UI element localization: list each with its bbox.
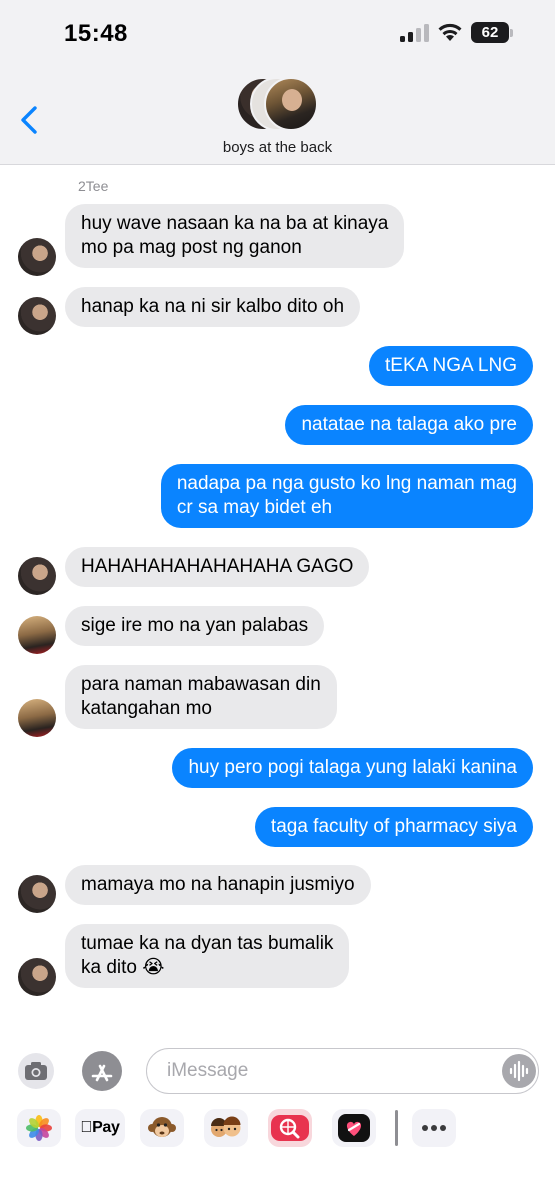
more-icon xyxy=(422,1125,446,1131)
incoming-message[interactable]: huy wave nasaan ka na ba at kinaya mo pa… xyxy=(65,204,405,268)
sender-name: 2Tee xyxy=(78,178,109,194)
app-store-icon xyxy=(91,1064,113,1082)
message-line: mo pa mag post ng ganon xyxy=(81,237,302,258)
message-line: cr sa may bidet eh xyxy=(176,497,333,518)
message-input[interactable] xyxy=(146,1048,539,1094)
monkey-memoji-icon xyxy=(148,1117,176,1137)
group-avatar[interactable] xyxy=(236,77,322,133)
memoji-stickers-button[interactable] xyxy=(204,1109,248,1147)
digital-touch-icon xyxy=(338,1114,370,1142)
back-button[interactable] xyxy=(16,100,46,140)
battery-tip xyxy=(510,29,513,37)
cellular-signal-icon xyxy=(400,24,430,42)
status-time: 15:48 xyxy=(64,20,128,47)
message-line: natatae na talaga ako pre xyxy=(301,414,517,435)
message-line: tumae ka na dyan tas bumalik xyxy=(81,933,334,954)
audio-message-button[interactable] xyxy=(502,1054,536,1088)
apple-pay-icon:  xyxy=(80,1119,92,1137)
navigation-header: 15:48 62 boys at the back xyxy=(0,0,555,165)
outgoing-message[interactable]: huy pero pogi talaga yung lalaki kanina xyxy=(172,748,533,788)
audio-waveform-icon xyxy=(509,1060,529,1082)
back-chevron-icon xyxy=(21,106,37,134)
outgoing-message[interactable]: taga faculty of pharmacy siya xyxy=(254,807,533,847)
tray-divider xyxy=(395,1110,398,1146)
app-store-button[interactable] xyxy=(82,1051,122,1091)
sender-avatar[interactable] xyxy=(18,699,56,737)
apple-pay-label: Pay xyxy=(86,1119,120,1136)
more-apps-button[interactable] xyxy=(412,1109,456,1147)
message-line: huy pero pogi talaga yung lalaki kanina xyxy=(188,757,517,778)
apple-pay-button[interactable]:  Pay xyxy=(75,1109,125,1147)
sender-avatar[interactable] xyxy=(18,297,56,335)
outgoing-message[interactable]: tEKA NGA LNG xyxy=(369,346,533,386)
image-search-icon xyxy=(271,1115,309,1141)
incoming-message[interactable]: HAHAHAHAHAHAHAHA GAGO xyxy=(65,547,370,587)
sender-avatar[interactable] xyxy=(18,958,56,996)
battery-level: 62 xyxy=(471,22,509,43)
sender-avatar[interactable] xyxy=(18,557,56,595)
group-member-avatar xyxy=(264,77,318,131)
digital-touch-button[interactable] xyxy=(332,1109,376,1147)
sender-avatar[interactable] xyxy=(18,238,56,276)
incoming-message[interactable]: hanap ka na ni sir kalbo dito oh xyxy=(65,287,361,327)
memoji-stickers-icon xyxy=(211,1116,241,1137)
group-name[interactable]: boys at the back xyxy=(0,139,555,156)
camera-icon xyxy=(25,1062,47,1080)
message-line: hanap ka na ni sir kalbo dito oh xyxy=(81,296,345,317)
incoming-message[interactable]: mamaya mo na hanapin jusmiyo xyxy=(65,865,371,905)
message-line: para naman mabawasan din xyxy=(81,674,321,695)
photos-app-button[interactable] xyxy=(17,1109,61,1147)
photos-icon xyxy=(26,1115,52,1141)
message-line: huy wave nasaan ka na ba at kinaya xyxy=(81,213,389,234)
incoming-message[interactable]: sige ire mo na yan palabas xyxy=(65,606,325,646)
outgoing-message[interactable]: natatae na talaga ako pre xyxy=(285,405,533,445)
message-line: mamaya mo na hanapin jusmiyo xyxy=(81,874,355,895)
camera-button[interactable] xyxy=(18,1053,54,1089)
message-line: HAHAHAHAHAHAHAHA GAGO xyxy=(81,556,354,577)
image-search-button[interactable] xyxy=(268,1109,312,1147)
message-line: sige ire mo na yan palabas xyxy=(81,615,309,636)
message-line: ka dito 😭 xyxy=(81,957,165,978)
message-line: katangahan mo xyxy=(81,698,212,719)
incoming-message[interactable]: tumae ka na dyan tas bumalik ka dito 😭 xyxy=(65,924,350,988)
sender-avatar[interactable] xyxy=(18,616,56,654)
animoji-button[interactable] xyxy=(140,1109,184,1147)
sender-avatar[interactable] xyxy=(18,875,56,913)
wifi-icon xyxy=(438,23,462,41)
message-line: tEKA NGA LNG xyxy=(385,355,517,376)
message-line: nadapa pa nga gusto ko lng naman mag xyxy=(176,473,517,494)
incoming-message[interactable]: para naman mabawasan din katangahan mo xyxy=(65,665,337,729)
message-line: taga faculty of pharmacy siya xyxy=(270,816,517,837)
outgoing-message[interactable]: nadapa pa nga gusto ko lng naman mag cr … xyxy=(160,464,533,528)
